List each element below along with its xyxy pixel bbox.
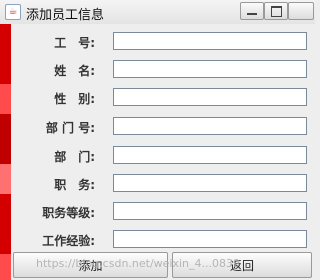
position-field[interactable] xyxy=(113,174,307,192)
department-label: 部 门: xyxy=(54,150,95,164)
position-label: 职 务: xyxy=(54,178,95,192)
maximize-button[interactable] xyxy=(264,2,288,20)
watermark: https://blog.csdn.net/weixin_4...0839 xyxy=(36,257,241,270)
gender-label: 性 别: xyxy=(54,92,95,106)
department-id-label: 部 门 号: xyxy=(45,121,95,135)
employee-id-field[interactable] xyxy=(113,32,307,50)
minimize-button[interactable] xyxy=(240,2,264,20)
position-level-field[interactable] xyxy=(113,202,307,220)
name-label: 姓 名: xyxy=(54,64,95,78)
department-field[interactable] xyxy=(113,146,307,164)
work-experience-field[interactable] xyxy=(113,230,307,248)
window-title: 添加员工信息 xyxy=(26,8,105,23)
close-button[interactable] xyxy=(288,2,314,20)
gender-field[interactable] xyxy=(113,88,307,106)
work-experience-label: 工作经验: xyxy=(42,234,95,248)
minimize-icon xyxy=(247,13,257,15)
department-id-field[interactable] xyxy=(113,117,307,135)
form-panel: 工 号: 姓 名: 性 别: 部 门 号: 部 门: 职 务: 职务等级: 工作… xyxy=(11,24,315,280)
position-level-label: 职务等级: xyxy=(42,206,95,220)
title-bar: ☕ 添加员工信息 xyxy=(0,0,315,25)
background-window-edge xyxy=(0,24,11,280)
maximize-icon xyxy=(271,6,282,17)
employee-id-label: 工 号: xyxy=(54,36,95,50)
name-field[interactable] xyxy=(113,60,307,78)
java-app-icon: ☕ xyxy=(5,4,21,20)
